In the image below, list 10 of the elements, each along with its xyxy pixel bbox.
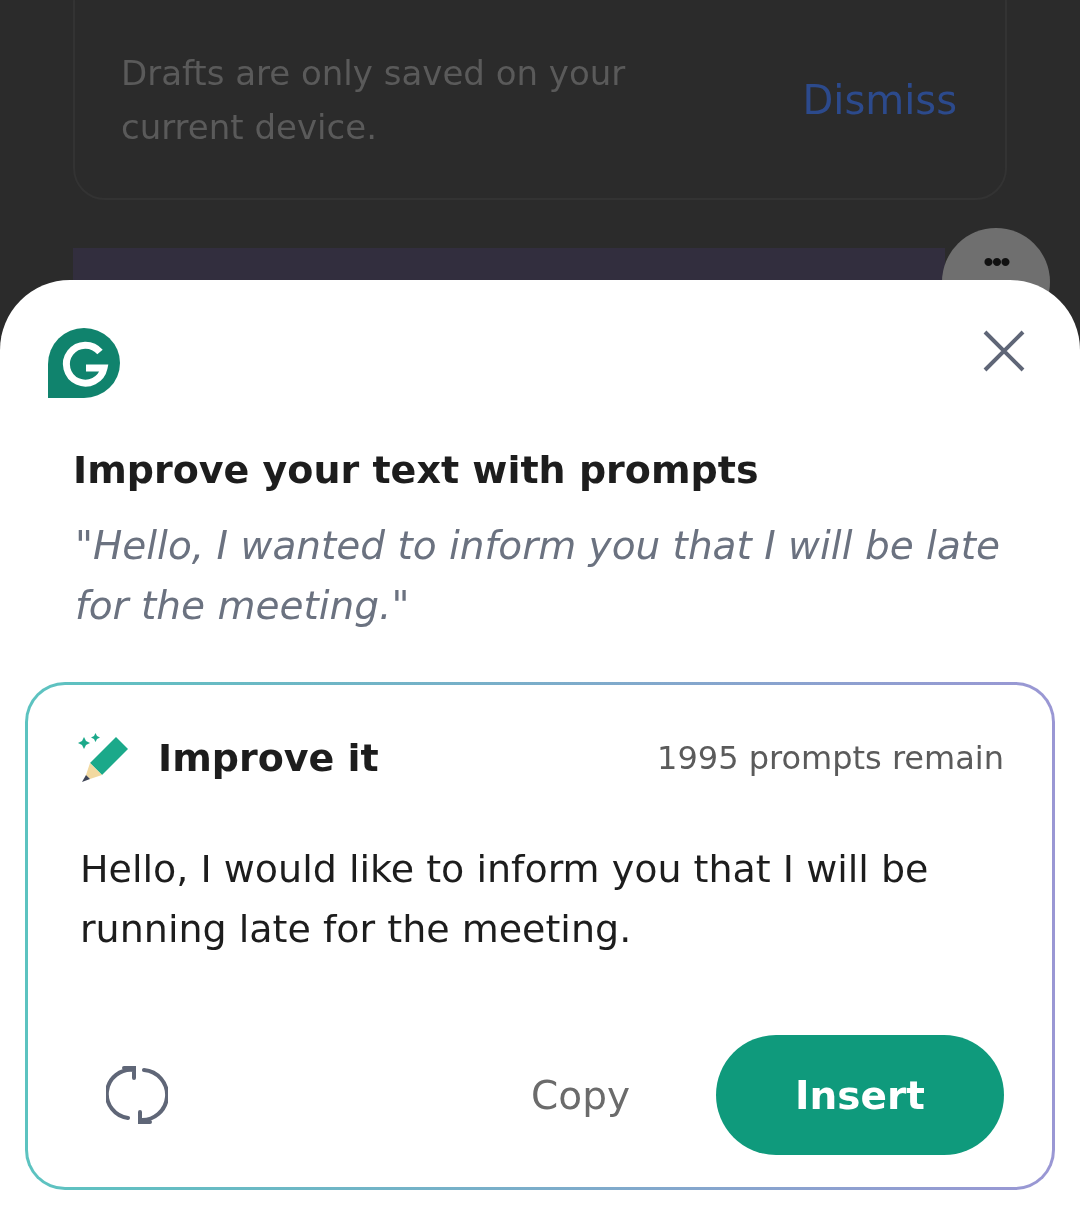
sheet-title: Improve your text with prompts bbox=[73, 448, 760, 492]
logo-icon bbox=[48, 328, 120, 398]
close-button[interactable] bbox=[983, 330, 1025, 372]
original-quote: "Hello, I wanted to inform you that I will be late for the meeting." bbox=[75, 522, 1002, 630]
improved-text: Hello, I would like to inform you that I will be running late for the meeting. bbox=[79, 846, 930, 953]
refresh-button[interactable] bbox=[106, 1064, 168, 1126]
copy-button[interactable]: Copy bbox=[531, 1072, 630, 1118]
prompt-title: Improve it bbox=[158, 736, 380, 780]
prompts-remaining: 1995 prompts remain bbox=[657, 739, 1004, 777]
insert-button[interactable]: Insert bbox=[716, 1035, 1004, 1155]
